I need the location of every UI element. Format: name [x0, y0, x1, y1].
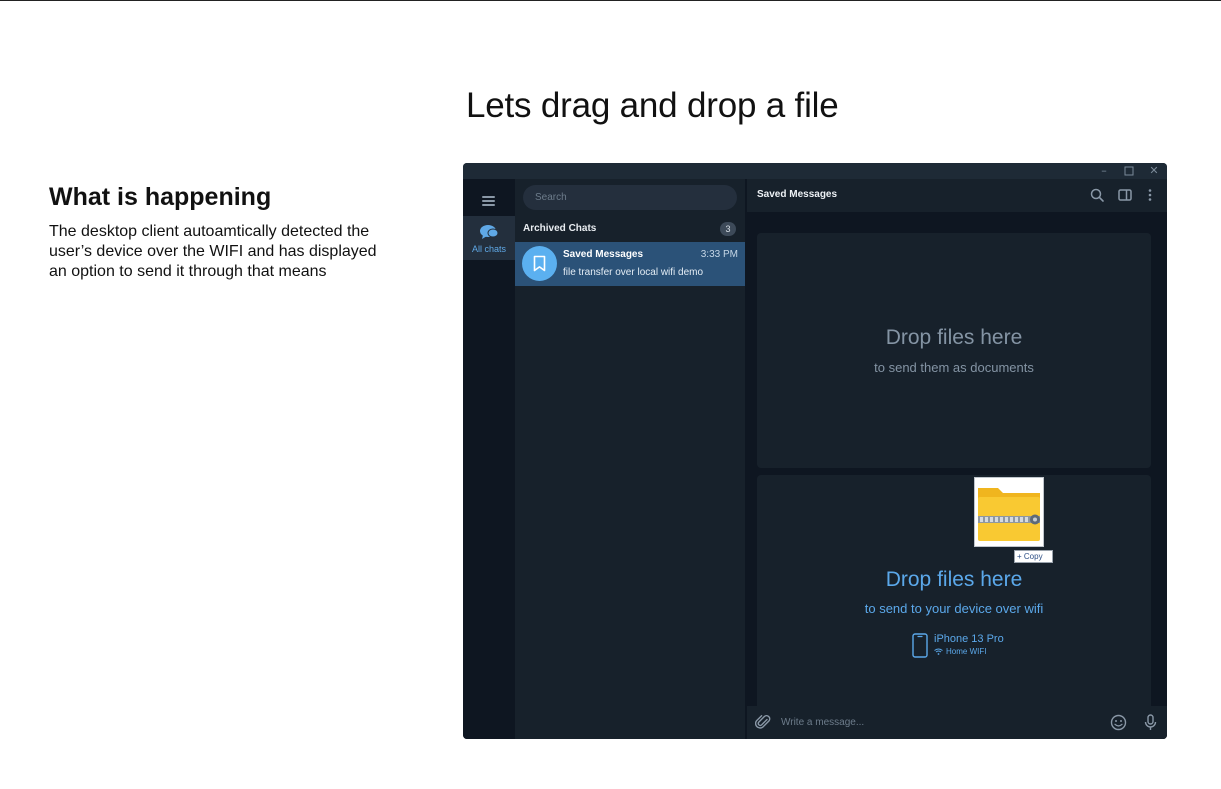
- device-name: iPhone 13 Pro: [934, 633, 1004, 645]
- top-rule: [0, 0, 1221, 1]
- drop-zone-wifi[interactable]: + Copy Drop files here to send to your d…: [757, 475, 1151, 710]
- wifi-device[interactable]: iPhone 13 Pro Home WIFI: [912, 632, 1022, 662]
- attach-icon[interactable]: [755, 714, 772, 731]
- phone-icon: [912, 633, 928, 658]
- microphone-icon[interactable]: [1142, 714, 1159, 731]
- app-window: – ✕ All chats Search Archived Chats 3 Sa…: [463, 163, 1167, 739]
- minimize-icon[interactable]: –: [1095, 164, 1113, 178]
- chat-bubbles-icon: [480, 225, 499, 239]
- folder-rail: All chats: [463, 179, 515, 739]
- message-composer: Write a message...: [747, 706, 1167, 739]
- search-icon[interactable]: [1089, 187, 1105, 203]
- close-icon[interactable]: ✕: [1145, 164, 1163, 178]
- network-name: Home WIFI: [946, 647, 987, 656]
- avatar: [522, 246, 557, 281]
- explanation-body: The desktop client autoamtically detecte…: [49, 223, 377, 280]
- message-input[interactable]: Write a message...: [781, 717, 864, 728]
- more-vertical-icon[interactable]: [1142, 187, 1158, 203]
- explanation-heading: What is happening: [49, 183, 272, 211]
- copy-tooltip-label: Copy: [1023, 552, 1043, 561]
- drop-zone-subtitle: to send to your device over wifi: [864, 601, 1044, 616]
- plus-icon: +: [1017, 552, 1022, 561]
- drop-zone-subtitle: to send them as documents: [874, 360, 1034, 375]
- archived-chats-label[interactable]: Archived Chats: [523, 223, 596, 234]
- zip-folder-icon: [978, 488, 1040, 541]
- slide-title: Lets drag and drop a file: [466, 86, 839, 125]
- archived-count-badge: 3: [720, 222, 736, 236]
- chat-name: Saved Messages: [563, 249, 644, 260]
- network-row: Home WIFI: [934, 647, 986, 656]
- drop-zone-documents[interactable]: Drop files here to send them as document…: [757, 233, 1151, 468]
- emoji-icon[interactable]: [1110, 714, 1127, 731]
- sidebar-toggle-icon[interactable]: [1117, 187, 1133, 203]
- drop-zone-title: Drop files here: [885, 326, 1023, 349]
- folder-all-chats[interactable]: All chats: [463, 216, 515, 260]
- drop-zone-title: Drop files here: [885, 568, 1023, 591]
- window-titlebar: – ✕: [463, 163, 1167, 179]
- explanation-panel: What is happening The desktop client aut…: [49, 183, 379, 282]
- search-placeholder: Search: [535, 192, 567, 203]
- maximize-icon[interactable]: [1120, 164, 1138, 178]
- chat-list-panel: Search Archived Chats 3 Saved Messages 3…: [515, 179, 745, 739]
- search-input[interactable]: Search: [523, 185, 737, 210]
- chat-pane: Saved Messages Drop files here to send t…: [747, 179, 1167, 739]
- chat-time: 3:33 PM: [700, 249, 738, 260]
- copy-tooltip: + Copy: [1014, 550, 1053, 563]
- bookmark-icon: [533, 255, 546, 272]
- chat-row-saved-messages[interactable]: Saved Messages 3:33 PM file transfer ove…: [515, 242, 745, 286]
- wifi-icon: [934, 648, 943, 655]
- chat-preview: file transfer over local wifi demo: [563, 267, 704, 278]
- hamburger-menu-icon[interactable]: [477, 191, 501, 211]
- chat-header: Saved Messages: [747, 179, 1167, 212]
- folder-label: All chats: [471, 244, 506, 254]
- chat-title[interactable]: Saved Messages: [757, 189, 837, 200]
- dragged-file[interactable]: [974, 477, 1044, 547]
